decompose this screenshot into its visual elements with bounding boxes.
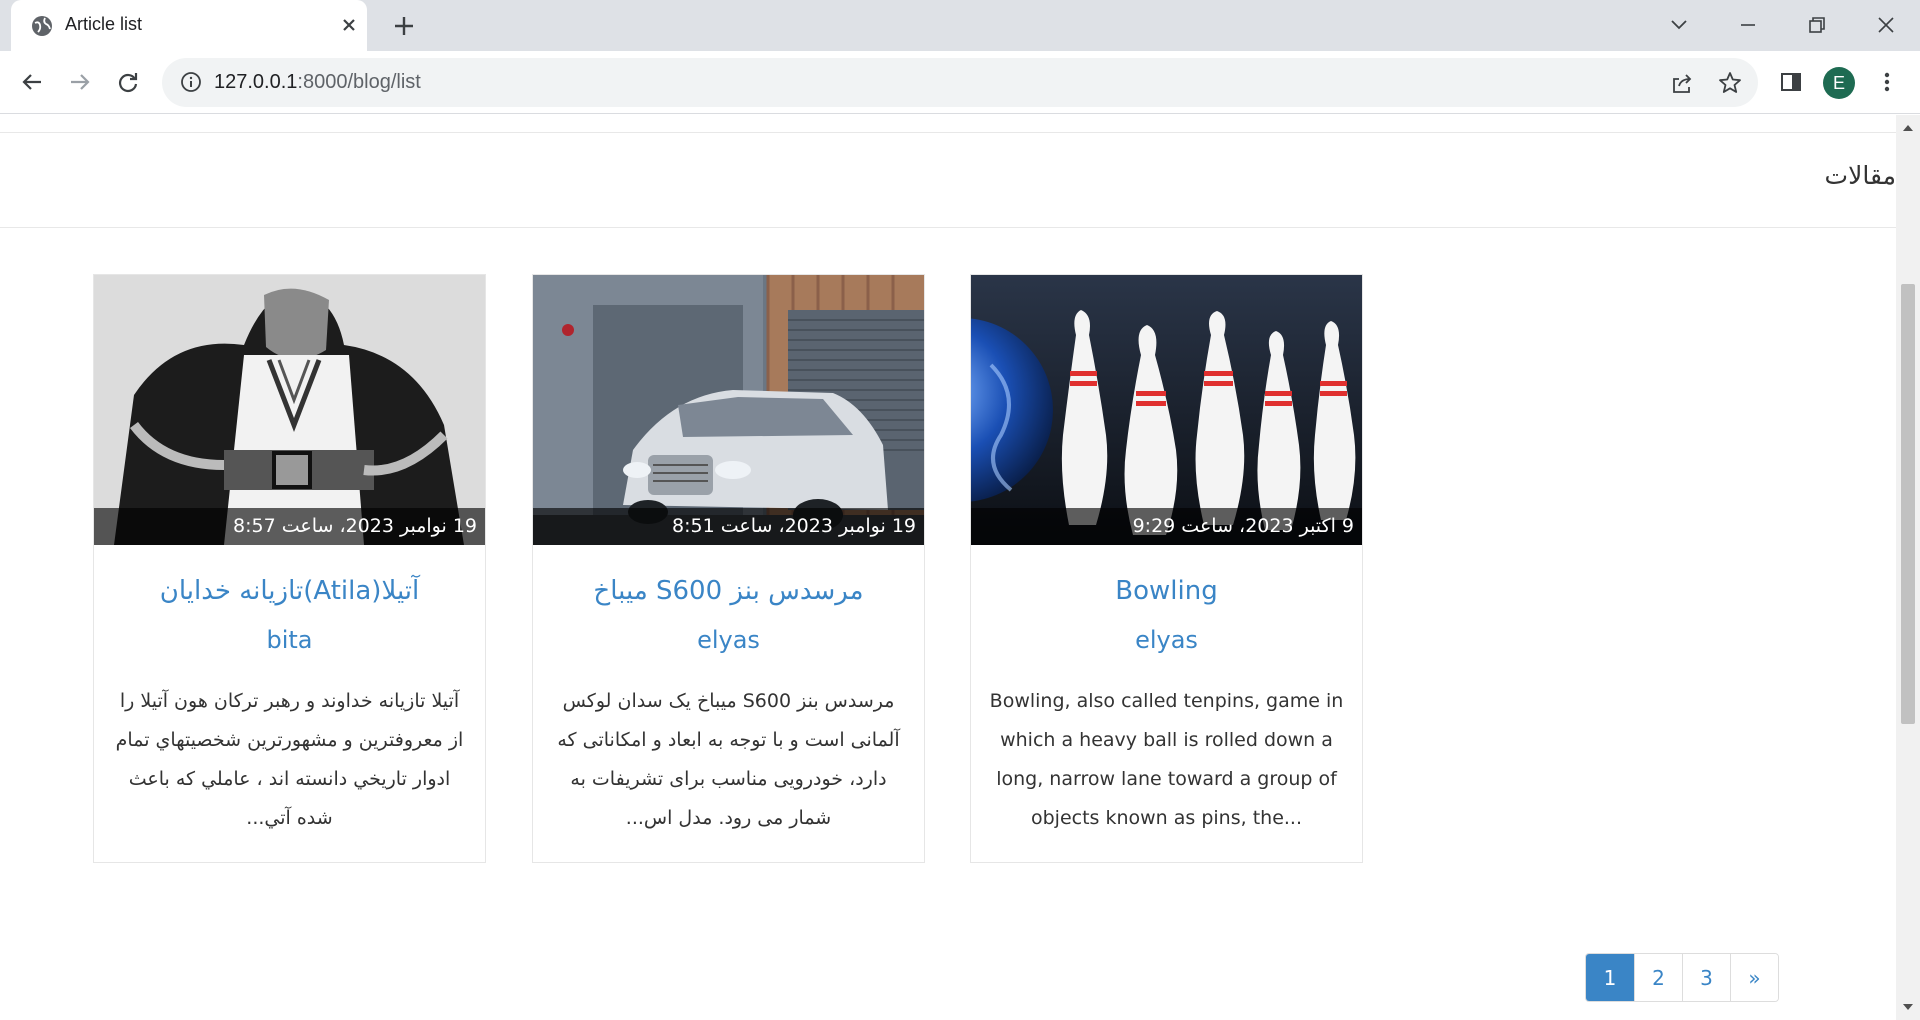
article-title-link[interactable]: آتیلا(Atila)تازیانه خدایان [94, 576, 485, 606]
article-card: 19 نوامبر 2023، ساعت 8:57 آتیلا(Atila)تا… [93, 274, 486, 863]
share-icon[interactable] [1669, 70, 1695, 96]
arrow-right-icon[interactable] [65, 67, 95, 97]
info-icon[interactable] [180, 71, 202, 93]
url-text: 127.0.0.1:8000/blog/list [214, 71, 421, 94]
article-title-link[interactable]: مرسدس بنز S600 میباخ [533, 576, 924, 606]
article-author-link[interactable]: elyas [971, 626, 1362, 654]
kebab-menu-icon[interactable] [1872, 67, 1902, 97]
reload-icon[interactable] [113, 67, 143, 97]
article-date: 19 نوامبر 2023، ساعت 8:57 [94, 508, 485, 545]
minimize-icon[interactable] [1733, 10, 1763, 40]
article-author-link[interactable]: elyas [533, 626, 924, 654]
engraving-portrait-image [94, 275, 485, 545]
article-image[interactable]: 19 نوامبر 2023، ساعت 8:57 [94, 275, 485, 545]
article-excerpt: Bowling, also called tenpins, game in wh… [989, 690, 1344, 829]
tab-title: Article list [65, 14, 143, 34]
page-link-3[interactable]: 3 [1682, 954, 1730, 1001]
scroll-down-icon[interactable] [1902, 1002, 1914, 1012]
scroll-up-icon[interactable] [1902, 123, 1914, 133]
globe-icon [32, 16, 52, 36]
browser-toolbar: 127.0.0.1:8000/blog/list E [0, 51, 1920, 114]
scrollbar-thumb[interactable] [1901, 284, 1915, 724]
page-scrollbar[interactable] [1896, 115, 1920, 1020]
pagination: 1 2 3 » [1585, 953, 1779, 1002]
close-icon[interactable] [337, 13, 361, 37]
divider [0, 132, 1896, 133]
article-card: 19 نوامبر 2023، ساعت 8:51 مرسدس بنز S600… [532, 274, 925, 863]
url-path: :8000/blog/list [297, 71, 421, 93]
side-panel-icon[interactable] [1776, 67, 1806, 97]
article-excerpt: مرسدس بنز S600 میباخ یک سدان لوکس آلمانی… [557, 690, 900, 829]
page-title: مقالات [1824, 161, 1896, 190]
plus-icon[interactable] [390, 12, 418, 40]
page-viewport: مقالات 19 نوامبر 2023، ساعت 8:57 آتیلا(A… [0, 115, 1896, 1020]
article-image[interactable]: 19 نوامبر 2023، ساعت 8:51 [533, 275, 924, 545]
divider [0, 227, 1896, 228]
close-window-icon[interactable] [1871, 10, 1901, 40]
browser-tab[interactable]: Article list [11, 0, 367, 51]
browser-tab-strip: Article list [0, 0, 1920, 51]
chevron-down-icon[interactable] [1664, 10, 1694, 40]
star-icon[interactable] [1717, 70, 1743, 96]
article-excerpt: آتیلا تازیانه خداوند و رهبر ترکان هون آت… [115, 690, 464, 829]
article-author-link[interactable]: bita [94, 626, 485, 654]
next-page-link[interactable]: » [1730, 954, 1778, 1001]
article-date: 19 نوامبر 2023، ساعت 8:51 [533, 508, 924, 545]
profile-avatar[interactable]: E [1823, 67, 1855, 99]
restore-icon[interactable] [1802, 10, 1832, 40]
car-photo-image [533, 275, 924, 545]
article-date: 9 اکتبر 2023، ساعت 9:29 [971, 508, 1362, 545]
url-host: 127.0.0.1 [214, 71, 298, 93]
article-title-link[interactable]: Bowling [971, 576, 1362, 606]
article-image[interactable]: 9 اکتبر 2023، ساعت 9:29 [971, 275, 1362, 545]
page-link-2[interactable]: 2 [1634, 954, 1682, 1001]
arrow-left-icon[interactable] [17, 67, 47, 97]
bowling-photo-image [971, 275, 1362, 545]
page-link-1[interactable]: 1 [1586, 954, 1634, 1001]
article-card: 9 اکتبر 2023، ساعت 9:29 Bowling elyas Bo… [970, 274, 1363, 863]
address-bar[interactable]: 127.0.0.1:8000/blog/list [162, 58, 1758, 107]
